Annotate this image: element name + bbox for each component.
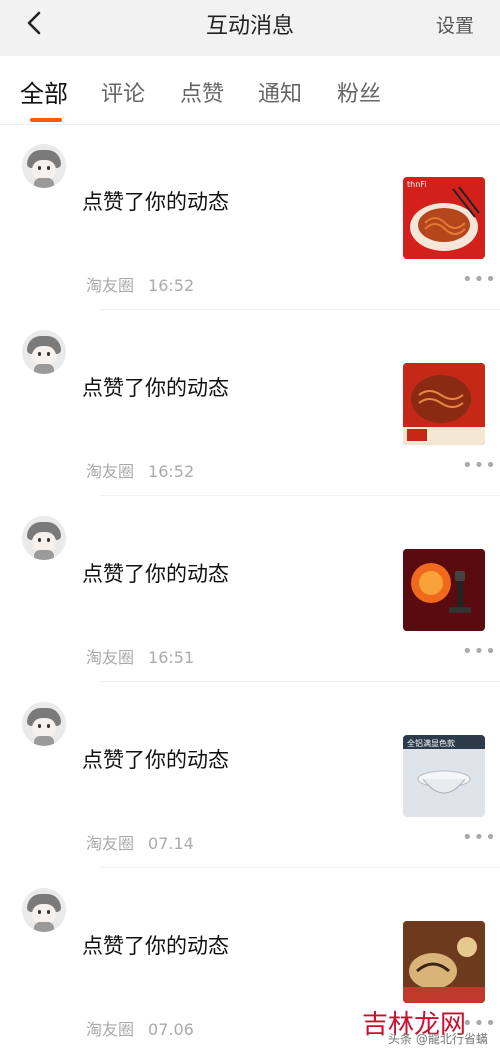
watermark-credit: 头条 @龍北行省蟎 [388,1032,488,1046]
avatar[interactable] [22,888,66,932]
page-title: 互动消息 [205,14,294,39]
message-text: 点赞了你的动态 [82,748,229,772]
more-options-icon[interactable]: ••• [462,269,497,290]
active-tab-indicator [30,118,62,122]
message-meta: 淘友圈 07.14 [86,830,194,854]
avatar[interactable] [22,330,66,374]
noodles-thumbnail[interactable] [403,363,485,445]
message-item[interactable]: 点赞了你的动态 淘友圈 16:52 ••• thnFi [0,124,500,310]
noodles-thumbnail[interactable]: thnFi [403,177,485,259]
message-item[interactable]: 点赞了你的动态 淘友圈 07.14 ••• 全铝满显色款 [0,682,500,868]
source-label: 淘友圈 [86,276,135,295]
source-label: 淘友圈 [86,1020,135,1039]
timestamp: 07.14 [148,834,194,853]
avatar[interactable] [22,144,66,188]
more-options-icon[interactable]: ••• [462,641,497,662]
settings-button[interactable]: 设置 [436,11,474,38]
message-item[interactable]: 点赞了你的动态 淘友圈 16:51 ••• [0,496,500,682]
thumbnail-label: 全铝满显色款 [407,739,455,748]
message-text: 点赞了你的动态 [82,376,229,400]
more-options-icon[interactable]: ••• [462,827,497,848]
more-options-icon[interactable]: ••• [462,455,497,476]
timestamp: 16:52 [148,462,195,481]
source-label: 淘友圈 [86,462,135,481]
avatar[interactable] [22,516,66,560]
sunset-lamp-thumbnail[interactable] [403,549,485,631]
avatar[interactable] [22,702,66,746]
message-text: 点赞了你的动态 [82,562,229,586]
tab-comments[interactable]: 评论 [101,76,145,108]
tab-all[interactable]: 全部 [20,74,68,109]
downlight-thumbnail[interactable]: 全铝满显色款 [403,735,485,817]
message-text: 点赞了你的动态 [82,190,229,214]
message-item[interactable]: 点赞了你的动态 淘友圈 16:52 ••• [0,310,500,496]
source-label: 淘友圈 [86,648,135,667]
message-meta: 淘友圈 16:52 [86,458,194,482]
tab-notifications[interactable]: 通知 [258,76,302,108]
message-text: 点赞了你的动态 [82,934,229,958]
message-meta: 淘友圈 16:52 [86,272,194,296]
timestamp: 16:51 [148,648,195,667]
source-label: 淘友圈 [86,834,135,853]
message-meta: 淘友圈 16:51 [86,644,194,668]
tab-bar: 全部 评论 点赞 通知 粉丝 [0,56,500,125]
thumbnail-label: thnFi [407,180,427,189]
tab-likes[interactable]: 点赞 [180,76,224,108]
top-bar: 互动消息 设置 [0,0,500,56]
pastry-thumbnail[interactable] [403,921,485,1003]
timestamp: 16:52 [148,276,195,295]
tab-fans[interactable]: 粉丝 [337,76,381,108]
message-meta: 淘友圈 07.06 [86,1016,194,1040]
timestamp: 07.06 [148,1020,194,1039]
